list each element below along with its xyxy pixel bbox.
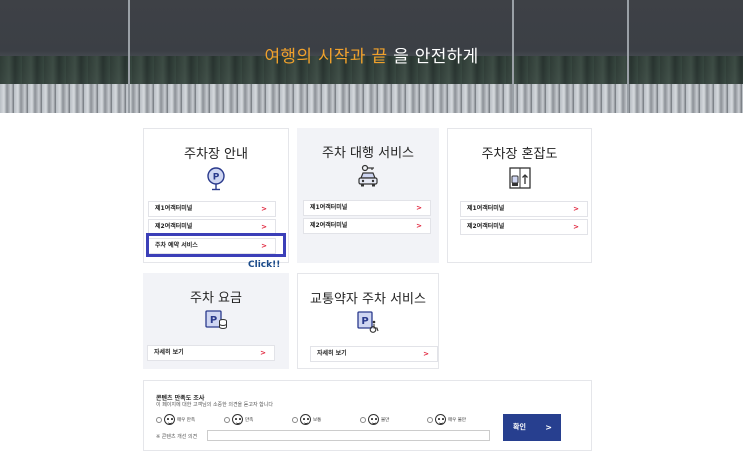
- smiley-icon: [232, 414, 243, 425]
- parking-pin-icon: P: [206, 167, 226, 195]
- submit-button[interactable]: 확인 >: [503, 414, 561, 441]
- card-title: 교통약자 주차 서비스: [310, 292, 426, 307]
- option-label: 만족: [245, 417, 254, 423]
- radio-button[interactable]: [156, 416, 162, 423]
- option-label: 매우 만족: [177, 417, 195, 423]
- card-title: 주차 요금: [190, 291, 242, 306]
- svg-text:P: P: [213, 173, 220, 183]
- link-terminal-2[interactable]: 제2여객터미널 >: [460, 219, 588, 235]
- link-terminal-1[interactable]: 제1여객터미널 >: [303, 200, 431, 216]
- survey-option-satisfied[interactable]: 만족: [224, 414, 253, 425]
- improvement-label: ※ 콘텐츠 개선 의견: [156, 434, 198, 440]
- hero-banner: 여행의 시작과 끝 을 안전하게: [0, 0, 743, 113]
- neutral-face-icon: [300, 414, 311, 425]
- survey-option-very-dissatisfied[interactable]: 매우 불만: [427, 414, 466, 425]
- chevron-right-icon: >: [416, 204, 422, 212]
- click-annotation: Click!!: [248, 260, 281, 270]
- link-label: 제1여객터미널: [467, 205, 505, 212]
- card-title: 주차장 혼잡도: [481, 147, 558, 162]
- card-title: 주차 대행 서비스: [322, 146, 414, 161]
- link-terminal-2[interactable]: 제2여객터미널 >: [303, 218, 431, 234]
- link-label: 제1여객터미널: [155, 205, 193, 212]
- chevron-right-icon: >: [260, 349, 266, 357]
- hero-parking-lot: [0, 84, 743, 113]
- chevron-right-icon: >: [573, 223, 579, 231]
- link-label: 자세히 보기: [154, 349, 184, 356]
- svg-text:P: P: [210, 315, 217, 326]
- chevron-right-icon: >: [261, 205, 267, 213]
- link-label: 자세히 보기: [317, 350, 347, 357]
- card-parking-fee: 주차 요금 P 자세히 보기 >: [143, 273, 289, 369]
- survey-subtitle: 이 페이지에 대한 고객님의 소중한 의견을 듣고자 합니다: [156, 402, 273, 408]
- chevron-right-icon: >: [545, 423, 552, 432]
- card-disabled-parking: 교통약자 주차 서비스 P 자세히 보기 >: [297, 273, 439, 369]
- disabled-parking-icon: P: [356, 310, 380, 338]
- hero-title-rest: 을 안전하게: [393, 47, 479, 67]
- survey-option-very-satisfied[interactable]: 매우 만족: [156, 414, 195, 425]
- radio-button[interactable]: [224, 416, 230, 423]
- chevron-right-icon: >: [261, 223, 267, 231]
- link-details[interactable]: 자세히 보기 >: [147, 345, 275, 361]
- frown-icon: [368, 414, 379, 425]
- valet-car-icon: [356, 164, 380, 192]
- satisfaction-survey: 콘텐츠 만족도 조사 이 페이지에 대한 고객님의 소중한 의견을 듣고자 합니…: [143, 380, 592, 451]
- smiley-icon: [164, 414, 175, 425]
- radio-button[interactable]: [427, 416, 433, 423]
- option-label: 매우 불만: [448, 417, 466, 423]
- link-terminal-1[interactable]: 제1여객터미널 >: [460, 201, 588, 217]
- link-label: 제2여객터미널: [155, 223, 193, 230]
- link-details[interactable]: 자세히 보기 >: [310, 346, 438, 362]
- parking-fee-icon: P: [204, 309, 228, 335]
- survey-option-neutral[interactable]: 보통: [292, 414, 321, 425]
- radio-button[interactable]: [292, 416, 298, 423]
- chevron-right-icon: >: [573, 205, 579, 213]
- link-terminal-1[interactable]: 제1여객터미널 >: [148, 201, 276, 217]
- link-label: 제2여객터미널: [310, 222, 348, 229]
- frown-icon: [435, 414, 446, 425]
- link-label: 제1여객터미널: [310, 204, 348, 211]
- chevron-right-icon: >: [416, 222, 422, 230]
- survey-option-dissatisfied[interactable]: 불만: [360, 414, 389, 425]
- card-parking-congestion: 주차장 혼잡도 제1여객터미널 > 제2여객터미널 >: [447, 128, 592, 263]
- congestion-icon: [508, 166, 532, 194]
- link-label: 제2여객터미널: [467, 223, 505, 230]
- option-label: 보통: [313, 417, 322, 423]
- hero-title-highlight: 여행의 시작과 끝: [264, 47, 388, 67]
- chevron-right-icon: >: [423, 350, 429, 358]
- card-valet-service: 주차 대행 서비스 제1여객터미널 > 제2여객터미널 >: [297, 128, 439, 263]
- highlight-box: [146, 233, 286, 257]
- card-title: 주차장 안내: [184, 147, 248, 162]
- hero-title: 여행의 시작과 끝 을 안전하게: [0, 42, 743, 67]
- radio-button[interactable]: [360, 416, 366, 423]
- svg-text:P: P: [361, 316, 368, 327]
- submit-label: 확인: [513, 423, 526, 431]
- option-label: 불만: [381, 417, 390, 423]
- improvement-input[interactable]: [207, 430, 490, 441]
